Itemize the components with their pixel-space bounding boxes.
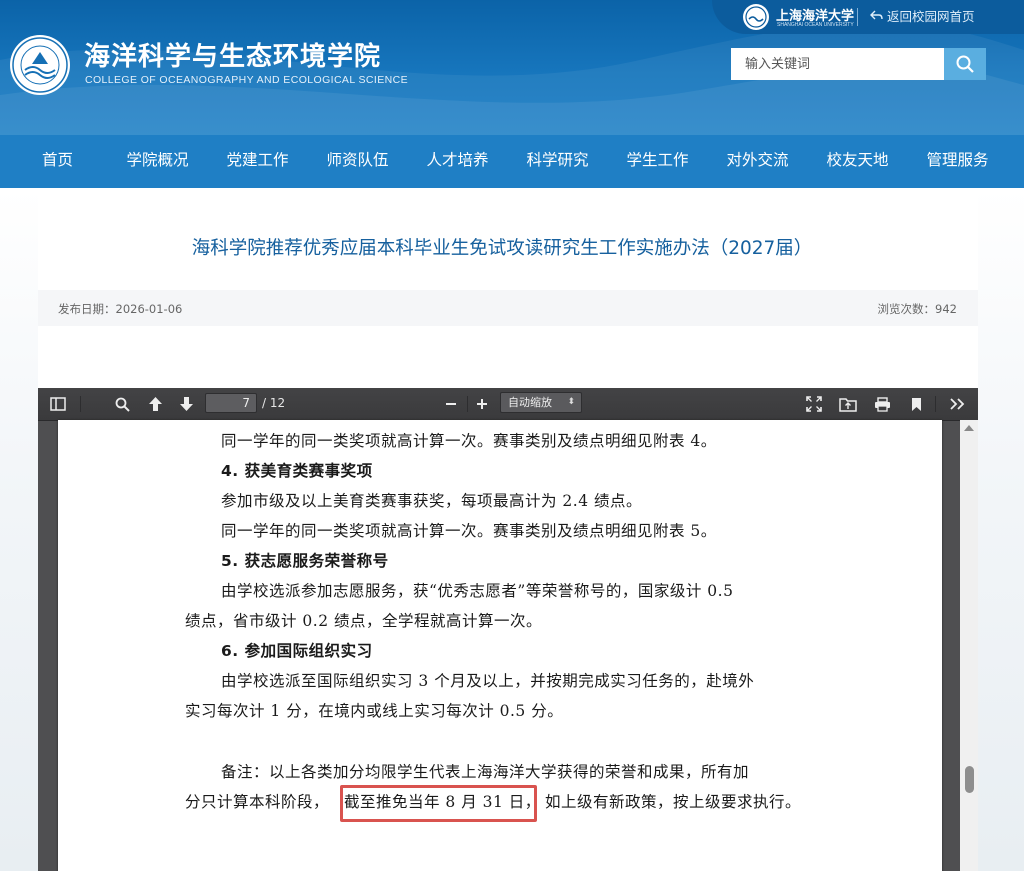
scrollbar-thumb[interactable]	[965, 766, 974, 793]
main-nav: 首页 学院概况 党建工作 师资队伍 人才培养 科学研究 学生工作 对外交流 校友…	[0, 135, 1024, 188]
next-page-icon[interactable]	[177, 395, 195, 413]
nav-item-faculty[interactable]: 师资队伍	[315, 135, 400, 188]
college-seal-logo[interactable]	[9, 34, 71, 96]
college-name-en: COLLEGE OF OCEANOGRAPHY AND ECOLOGICAL S…	[85, 74, 408, 86]
search-button[interactable]	[944, 48, 986, 80]
tools-menu-icon[interactable]	[948, 395, 966, 413]
pdf-text-line: 参加市级及以上美育类赛事获奖，每项最高计为 2.4 绩点。	[221, 492, 643, 510]
page-number-input[interactable]: 7	[205, 393, 257, 413]
presentation-mode-icon[interactable]	[805, 395, 823, 413]
nav-item-exchange[interactable]: 对外交流	[715, 135, 800, 188]
scrollbar-track[interactable]	[960, 420, 978, 871]
zoom-out-icon[interactable]	[442, 395, 460, 413]
background-decoration	[0, 188, 38, 871]
pdf-text-line: 如上级有新政策，按上级要求执行。	[545, 793, 802, 811]
nav-item-home[interactable]: 首页	[0, 135, 115, 188]
nav-item-education[interactable]: 人才培养	[400, 135, 515, 188]
return-home-label: 返回校园网首页	[887, 9, 975, 24]
open-file-icon[interactable]	[839, 395, 857, 413]
zoom-select[interactable]: 自动缩放 ⬍	[500, 392, 582, 413]
pdf-text-line: 实习每次计 1 分，在境内或线上实习每次计 0.5 分。	[185, 702, 564, 720]
nav-item-alumni[interactable]: 校友天地	[800, 135, 915, 188]
nav-item-party[interactable]: 党建工作	[200, 135, 315, 188]
print-icon[interactable]	[873, 395, 891, 413]
pdf-text-line: 由学校选派至国际组织实习 3 个月及以上，并按期完成实习任务的，赴境外	[221, 672, 755, 690]
pdf-text-line: 备注：以上各类加分均限学生代表上海海洋大学获得的荣誉和成果，所有加	[221, 763, 750, 781]
sidebar-toggle-icon[interactable]	[49, 395, 67, 413]
publish-date: 发布日期：2026-01-06	[58, 302, 183, 316]
pdf-text-line: 绩点，省市级计 0.2 绩点，全学程就高计算一次。	[185, 612, 543, 630]
view-count: 浏览次数：942	[877, 302, 957, 316]
page-total-label: / 12	[262, 396, 286, 410]
highlight-annotation-box	[340, 785, 537, 822]
find-icon[interactable]	[113, 395, 131, 413]
zoom-in-icon[interactable]	[473, 395, 491, 413]
background-decoration	[978, 188, 1024, 871]
pdf-text-line: 同一学年的同一类奖项就高计算一次。赛事类别及绩点明细见附表 5。	[221, 522, 717, 540]
nav-item-research[interactable]: 科学研究	[515, 135, 600, 188]
pdf-text-line: 分只计算本科阶段，	[185, 793, 330, 811]
search-input[interactable]	[731, 48, 945, 80]
nav-item-overview[interactable]: 学院概况	[115, 135, 200, 188]
return-home-link[interactable]: 返回校园网首页	[870, 6, 975, 25]
divider	[857, 8, 858, 26]
pdf-heading: 5. 获志愿服务荣誉称号	[221, 552, 389, 570]
zoom-select-value: 自动缩放	[508, 396, 552, 409]
nav-item-management[interactable]: 管理服务	[915, 135, 1000, 188]
article-title: 海科学院推荐优秀应届本科毕业生免试攻读研究生工作实施办法（2027届）	[191, 238, 813, 259]
previous-page-icon[interactable]	[146, 395, 164, 413]
pdf-text-line: 同一学年的同一类奖项就高计算一次。赛事类别及绩点明细见附表 4。	[221, 432, 717, 450]
scroll-up-arrow-icon[interactable]	[964, 425, 974, 431]
pdf-heading: 4. 获美育类赛事奖项	[221, 462, 373, 480]
toolbar-divider	[467, 396, 468, 412]
pdf-toolbar: 7 / 12 自动缩放 ⬍	[38, 388, 978, 420]
nav-item-students[interactable]: 学生工作	[600, 135, 715, 188]
bookmark-icon[interactable]	[907, 395, 925, 413]
pdf-text-line: 由学校选派参加志愿服务，获“优秀志愿者”等荣誉称号的，国家级计 0.5	[221, 582, 734, 600]
toolbar-divider	[80, 396, 81, 412]
select-arrows-icon: ⬍	[567, 397, 575, 407]
pdf-heading: 6. 参加国际组织实习	[221, 642, 373, 660]
university-logo-icon[interactable]	[742, 3, 770, 31]
search-icon	[956, 55, 974, 73]
college-name-cn: 海洋科学与生态环境学院	[84, 42, 382, 72]
toolbar-divider	[935, 396, 936, 412]
university-name-en: SHANGHAI OCEAN UNIVERSITY	[777, 22, 854, 28]
article-meta-bar: 发布日期：2026-01-06 浏览次数：942	[38, 290, 978, 326]
site-header: 海洋科学与生态环境学院 COLLEGE OF OCEANOGRAPHY AND …	[0, 0, 1024, 135]
return-arrow-icon	[870, 10, 883, 20]
